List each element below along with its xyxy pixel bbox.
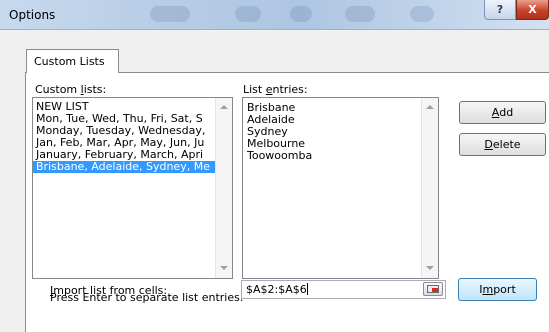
window-title: Options <box>9 8 56 22</box>
text-cursor <box>306 283 308 295</box>
scroll-down-icon[interactable] <box>426 266 434 270</box>
import-range-input[interactable]: $A$2:$A$6 <box>241 280 446 299</box>
range-select-arrow-icon <box>432 288 438 292</box>
scroll-up-icon[interactable] <box>426 105 434 109</box>
import-from-cells-label: Import list from cells: <box>50 284 168 297</box>
title-bar: Options ? X <box>0 0 549 30</box>
custom-lists-listbox[interactable]: NEW LIST Mon, Tue, Wed, Thu, Fri, Sat, SM… <box>32 97 233 279</box>
list-entries-lines: Brisbane Adelaide Sydney Melbourne Toowoomba <box>243 98 438 162</box>
list-entries-label: List entries: <box>243 83 308 96</box>
scroll-down-icon[interactable] <box>220 266 228 270</box>
close-icon: X <box>528 3 537 16</box>
custom-list-item[interactable]: Brisbane, Adelaide, Sydney, Me <box>33 161 215 173</box>
close-button[interactable]: X <box>516 0 549 20</box>
list-entries-scrollbar[interactable] <box>421 98 438 278</box>
custom-lists-items: NEW LIST Mon, Tue, Wed, Thu, Fri, Sat, SM… <box>33 98 232 173</box>
custom-lists-scrollbar[interactable] <box>215 98 232 278</box>
options-dialog: Options ? X Custom Lists Custom lists: N… <box>0 0 549 332</box>
import-range-value: $A$2:$A$6 <box>246 283 307 296</box>
tab-label: Custom Lists <box>34 55 105 68</box>
scroll-up-icon[interactable] <box>220 105 228 109</box>
import-button[interactable]: Im port <box>458 278 537 301</box>
delete-button[interactable]: Delete <box>459 133 546 156</box>
collapse-dialog-button[interactable] <box>423 282 443 296</box>
help-icon: ? <box>496 3 504 16</box>
add-button[interactable]: Add <box>459 101 546 124</box>
tab-custom-lists[interactable]: Custom Lists <box>26 49 119 73</box>
help-button[interactable]: ? <box>484 0 516 20</box>
list-entries-textarea[interactable]: Brisbane Adelaide Sydney Melbourne Toowoomba <box>242 97 439 279</box>
list-entry-line: Toowoomba <box>247 149 313 162</box>
custom-lists-label: Custom lists: <box>35 83 107 96</box>
